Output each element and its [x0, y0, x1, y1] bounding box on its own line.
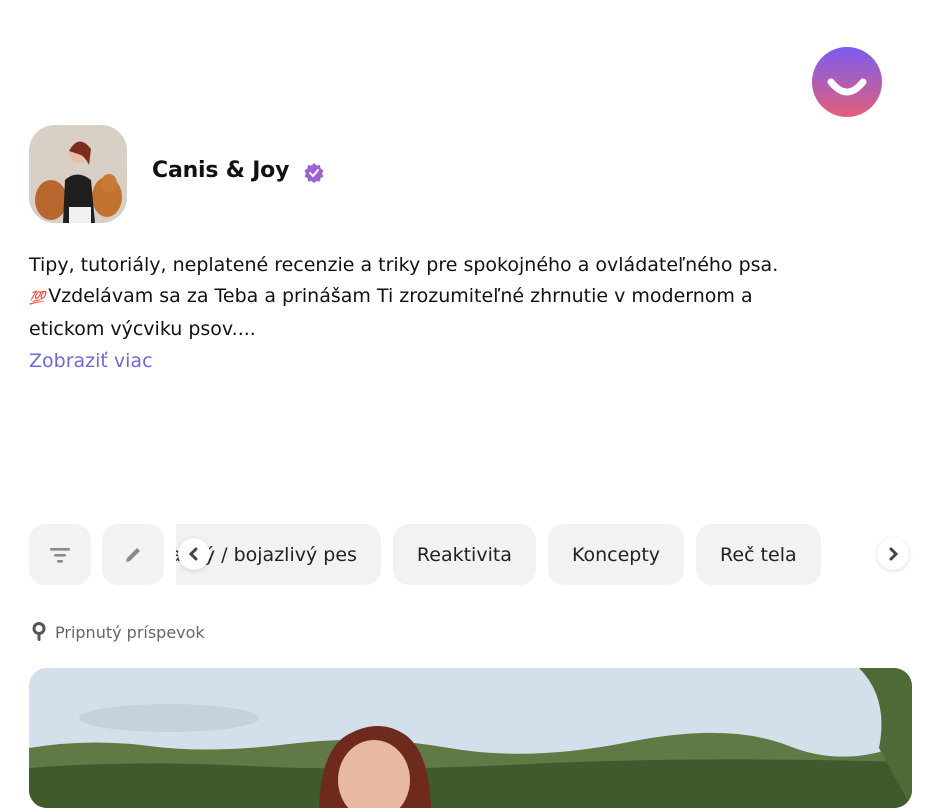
- smile-logo-icon[interactable]: [811, 46, 883, 118]
- pin-icon: [32, 622, 46, 641]
- tabs-prev-button[interactable]: [178, 538, 210, 570]
- bio-line: etickom výcviku psov....: [29, 318, 256, 340]
- tab-reaktivita[interactable]: Reaktivita: [392, 524, 536, 585]
- verified-badge-icon: [303, 162, 325, 184]
- edit-button[interactable]: [102, 524, 164, 585]
- filter-icon: [50, 547, 70, 563]
- tab-rec-tela[interactable]: Reč tela: [696, 524, 821, 585]
- hundred-emoji-icon: 💯: [29, 291, 45, 306]
- bio-line: Tipy, tutoriály, neplatené recenzie a tr…: [29, 254, 779, 276]
- bio-line: 💯 Vzdelávam sa za Teba a prinášam Ti zroz…: [29, 285, 753, 307]
- tab-koncepty[interactable]: Koncepty: [547, 524, 685, 585]
- pinned-post-image[interactable]: [29, 668, 912, 808]
- chevron-right-icon: [889, 547, 899, 561]
- avatar[interactable]: [29, 125, 127, 223]
- profile-bio: Tipy, tutoriály, neplatené recenzie a tr…: [29, 250, 909, 345]
- chevron-left-icon: [188, 547, 198, 561]
- pinned-post-label: Pripnutý príspevok: [31, 622, 205, 642]
- pencil-icon: [126, 547, 140, 562]
- tabs-next-button[interactable]: [877, 538, 909, 570]
- filter-button[interactable]: [29, 524, 91, 585]
- show-more-link[interactable]: Zobraziť viac: [29, 350, 153, 372]
- pinned-label-text: Pripnutý príspevok: [55, 622, 205, 642]
- profile-name: Canis & Joy: [152, 158, 290, 183]
- category-tabs: Plachý / bojazlivý pes Reaktivita Koncep…: [176, 524, 912, 585]
